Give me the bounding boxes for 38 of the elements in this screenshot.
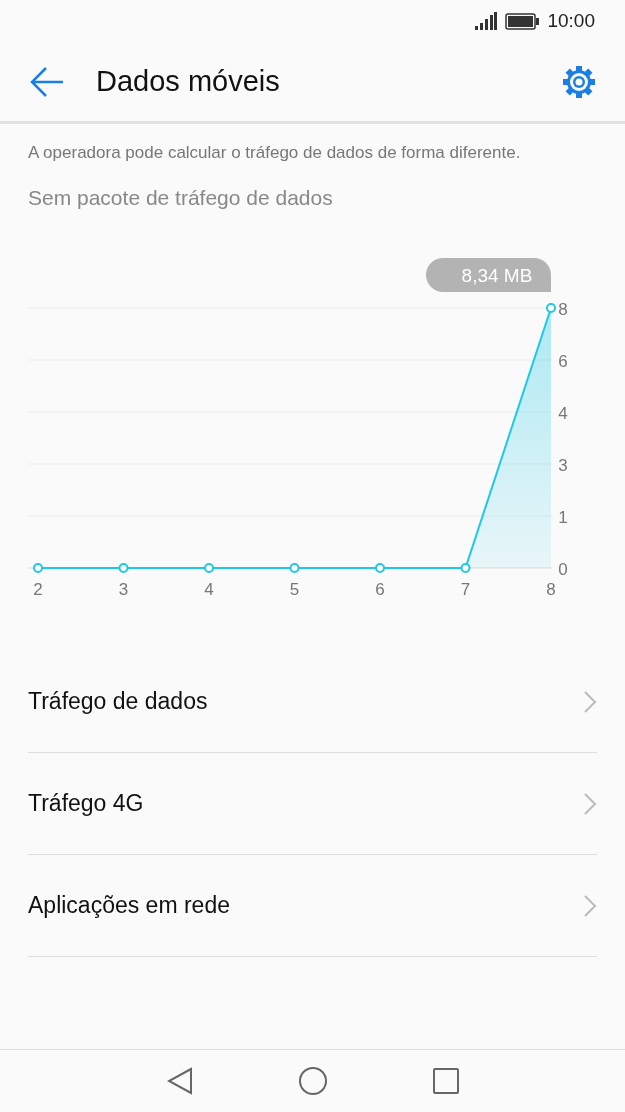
y-tick-label: 4 [558, 404, 568, 423]
settings-icon[interactable] [561, 63, 597, 100]
x-tick-label: 5 [289, 580, 300, 599]
data-point [375, 563, 385, 573]
data-point [204, 563, 214, 573]
value-tooltip: 8,34 MB [426, 258, 551, 292]
x-tick-label: 8 [546, 580, 556, 599]
recents-icon[interactable] [432, 1068, 459, 1094]
y-tick-label: 1 [558, 508, 568, 527]
y-tick-label: 3 [558, 456, 568, 475]
chevron-icon [583, 791, 597, 816]
clock: 10:00 [547, 8, 595, 33]
data-point [33, 563, 43, 573]
data-point [289, 563, 300, 573]
notice-text: A operadora pode calcular o tráfego de dados de forma diferente. [28, 142, 522, 164]
menu-item[interactable]: Aplicações em rede [28, 855, 597, 957]
battery-icon [505, 12, 540, 30]
back-nav-icon[interactable] [166, 1067, 193, 1095]
data-point [546, 303, 556, 313]
chevron-icon [583, 893, 597, 918]
back-icon[interactable] [30, 65, 64, 98]
menu-item[interactable]: Tráfego 4G [28, 753, 597, 855]
x-tick-label: 6 [375, 580, 385, 599]
x-tick-label: 3 [118, 580, 129, 599]
y-tick-label: 8 [558, 300, 568, 319]
screen-title: Dados móveis [96, 63, 280, 99]
menu-item[interactable]: Tráfego de dados [28, 651, 597, 753]
home-icon[interactable] [297, 1066, 328, 1096]
plan-text: Sem pacote de tráfego de dados [28, 184, 334, 211]
chevron-icon [583, 689, 597, 714]
data-point [460, 563, 471, 573]
x-tick-label: 2 [33, 580, 43, 599]
y-tick-label: 6 [558, 352, 568, 371]
y-tick-label: 0 [558, 560, 568, 579]
x-tick-label: 7 [460, 580, 471, 599]
signal-icon [475, 12, 498, 30]
x-tick-label: 4 [204, 580, 214, 599]
data-point [118, 563, 129, 573]
